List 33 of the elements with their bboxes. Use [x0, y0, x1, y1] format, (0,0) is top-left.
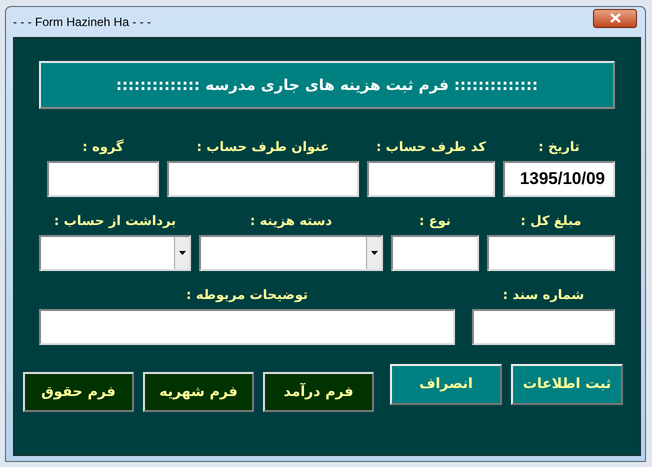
form-header: :::::::::::::: فرم ثبت هزینه های جاری مدرسه :::::::::::::: — [39, 61, 615, 109]
field-label: توضیحات مربوطه : — [186, 287, 308, 305]
close-button[interactable] — [593, 8, 637, 28]
field-label: مبلغ کل : — [520, 213, 582, 231]
dropdown-arrow-button[interactable] — [174, 237, 189, 269]
window-title: - - - Form Hazineh Ha - - - — [13, 14, 152, 31]
dropdown-field[interactable] — [39, 235, 191, 271]
input-field[interactable] — [167, 161, 359, 197]
field-label: گروه : — [82, 139, 124, 157]
caret-icon — [370, 251, 378, 255]
action-button[interactable]: ثبت اطلاعات — [511, 364, 623, 405]
field-label: دسته هزینه : — [250, 213, 332, 231]
field-label: عنوان طرف حساب : — [196, 139, 330, 157]
field-label: نوع : — [419, 213, 451, 231]
input-field[interactable] — [487, 235, 615, 271]
dropdown-arrow-button[interactable] — [366, 237, 381, 269]
input-field[interactable] — [47, 161, 159, 197]
form-nav-button[interactable]: فرم حقوق — [23, 372, 134, 412]
input-field[interactable] — [391, 235, 479, 271]
field-label: کد طرف حساب : — [376, 139, 486, 157]
dropdown-field[interactable] — [199, 235, 383, 271]
input-field[interactable] — [367, 161, 495, 197]
field-label: برداشت از حساب : — [54, 213, 176, 231]
input-field[interactable] — [472, 309, 615, 345]
form-nav-button[interactable]: فرم درآمد — [263, 372, 374, 412]
field-label: تاریخ : — [538, 139, 580, 157]
field-label: شماره سند : — [502, 287, 584, 305]
input-field[interactable] — [39, 309, 455, 345]
form-nav-button[interactable]: فرم شهریه — [143, 372, 254, 412]
input-field[interactable]: 1395/10/09 — [503, 161, 615, 197]
close-icon — [610, 13, 620, 23]
action-button[interactable]: انصراف — [390, 364, 502, 405]
caret-icon — [178, 251, 186, 255]
